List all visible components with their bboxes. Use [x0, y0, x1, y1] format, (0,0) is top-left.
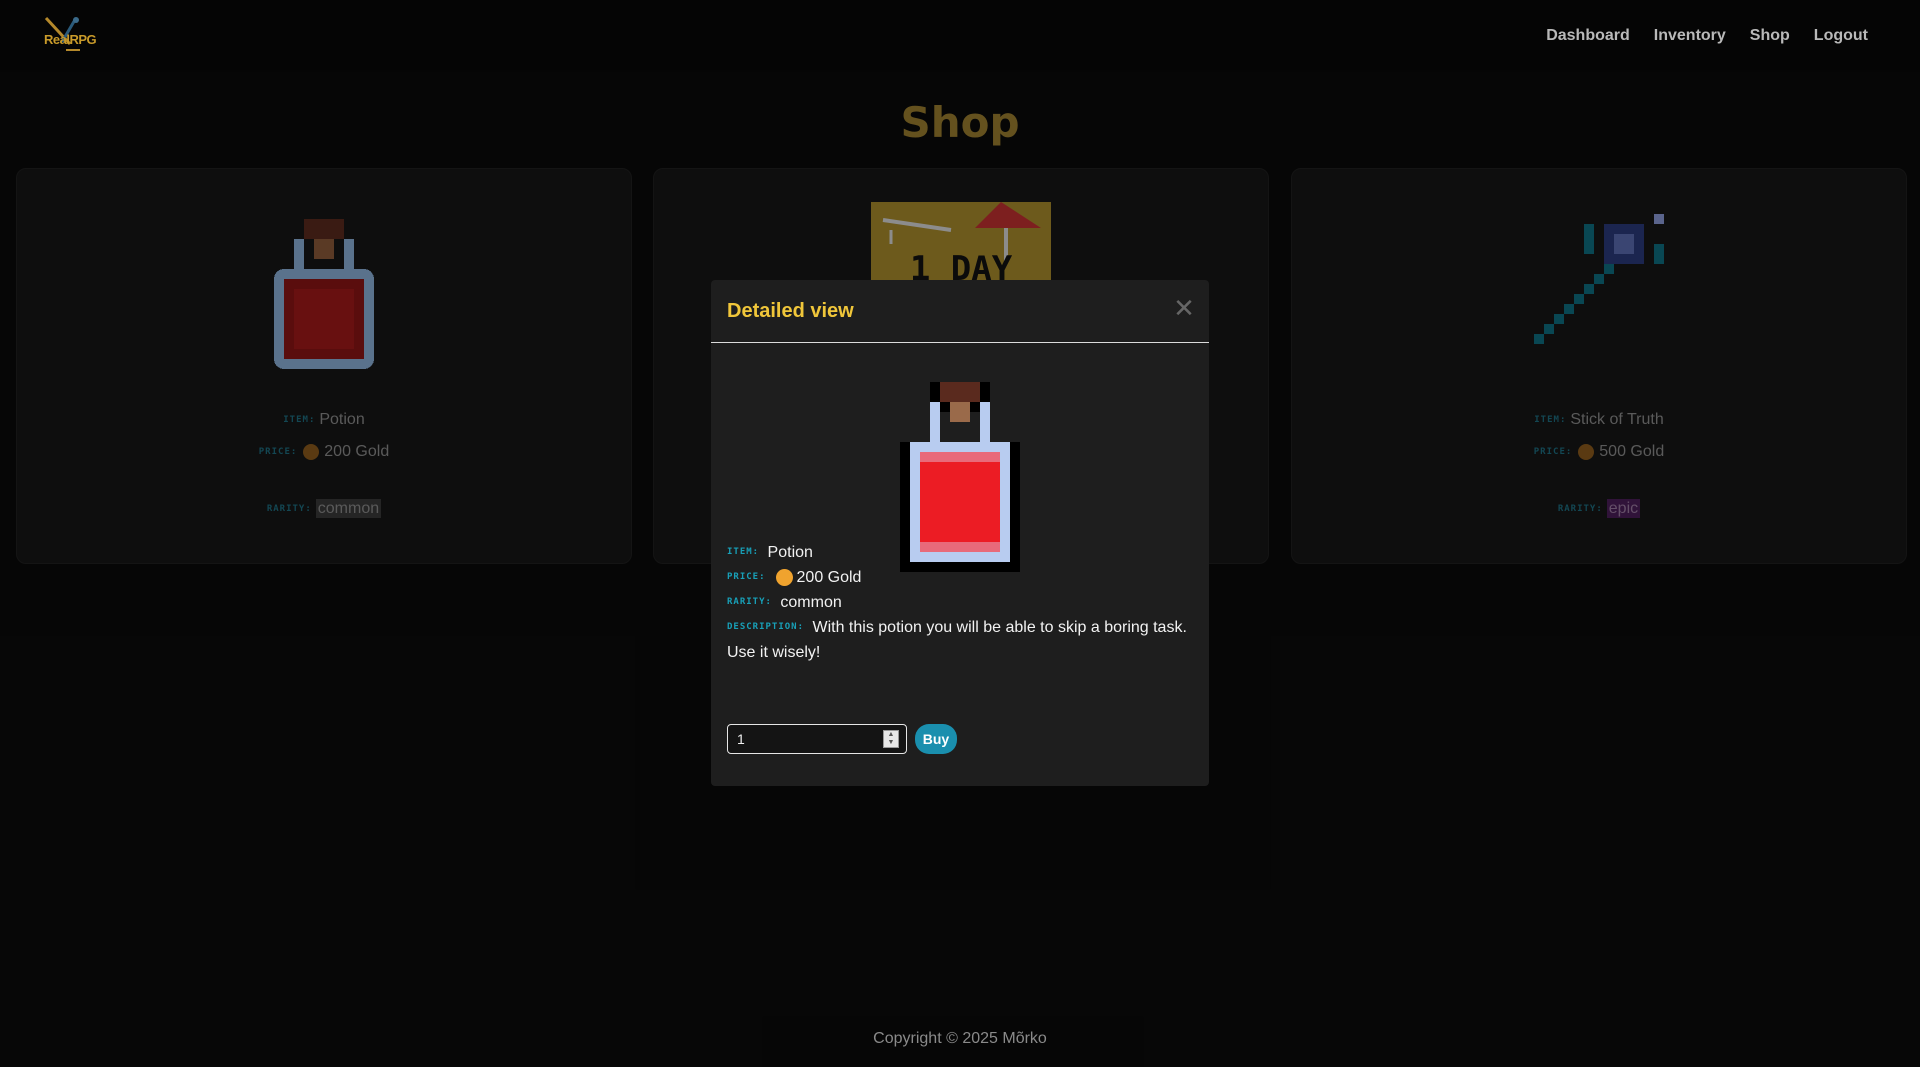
modal-header: Detailed view ✕ [711, 280, 1209, 343]
gold-coin-icon [775, 569, 793, 587]
logo-text: RealRPG [44, 32, 97, 47]
footer-copyright: Copyright © 2025 Mõrko [873, 1030, 1047, 1047]
modal-price: 200 Gold [796, 569, 862, 586]
nav-logout[interactable]: Logout [1814, 27, 1868, 45]
buy-button[interactable]: Buy [915, 724, 957, 754]
nav-inventory[interactable]: Inventory [1654, 27, 1726, 45]
navbar: RealRPG Dashboard Inventory Shop Logout [0, 0, 1920, 72]
modal-item-row: Item: Potion [727, 540, 1193, 565]
modal-description-row: Description: With this potion you will b… [727, 615, 1193, 665]
modal-rarity-row: Rarity: common [727, 590, 1193, 615]
quantity-value: 1 [737, 731, 745, 747]
modal-price-row: Price: 200 Gold [727, 565, 1193, 590]
nav-dashboard[interactable]: Dashboard [1546, 27, 1630, 45]
close-icon[interactable]: ✕ [1173, 295, 1195, 321]
modal-title: Detailed view [727, 300, 854, 322]
modal-rarity: common [780, 594, 842, 611]
quantity-stepper[interactable]: ▲ ▼ [883, 730, 899, 748]
nav-links: Dashboard Inventory Shop Logout [1546, 27, 1868, 45]
item-label: Item: [727, 547, 760, 558]
description-label: Description: [727, 622, 805, 633]
logo[interactable]: RealRPG [40, 14, 97, 56]
nav-shop[interactable]: Shop [1750, 27, 1790, 45]
price-label: Price: [727, 572, 766, 583]
rarity-label: Rarity: [727, 597, 772, 608]
quantity-input[interactable]: 1 ▲ ▼ [727, 724, 907, 754]
modal-item-name: Potion [767, 544, 813, 561]
detailed-view-modal: Detailed view ✕ Item: Potion Price: 200 G… [711, 280, 1209, 786]
